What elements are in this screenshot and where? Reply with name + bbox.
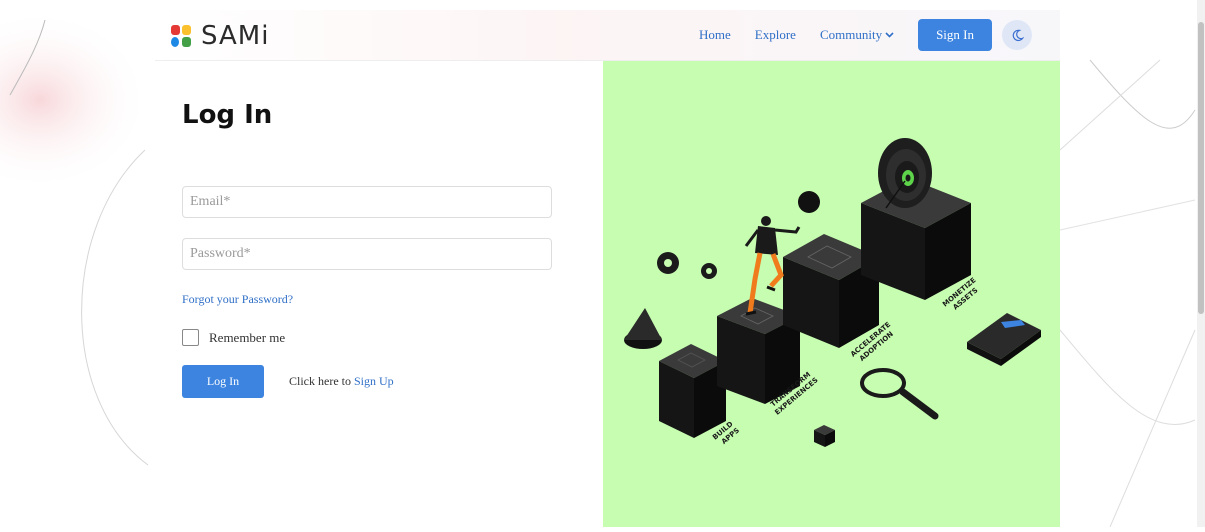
cone-shape (624, 308, 662, 349)
nav-community-label: Community (819, 27, 883, 42)
gear-icon (657, 252, 717, 279)
brand-logo[interactable]: SAMi (171, 21, 269, 51)
nav-home-link[interactable]: Home (699, 27, 731, 43)
scrollbar-thumb[interactable] (1198, 22, 1204, 314)
remember-me-row: Remember me (182, 329, 285, 346)
magnifier-icon (860, 368, 939, 420)
page-scrollbar[interactable] (1197, 0, 1205, 527)
staircase-illustration: BUILD APPS TRANSFORM EXPERIENCES ACCELER… (624, 138, 1041, 447)
nav-explore-link[interactable]: Explore (755, 27, 796, 43)
main-nav: Home Explore Community Sign In (699, 19, 1032, 51)
email-field[interactable] (182, 186, 552, 218)
login-panel: Log In (182, 100, 272, 130)
chevron-down-icon (885, 32, 894, 38)
remember-me-checkbox[interactable] (182, 329, 199, 346)
log-in-button[interactable]: Log In (182, 365, 264, 398)
block-build-apps (659, 344, 726, 438)
sami-logo-icon (171, 25, 191, 47)
page-title: Log In (182, 100, 273, 130)
theme-toggle-button[interactable] (1002, 20, 1032, 50)
signup-prompt: Click here to Sign Up (289, 374, 394, 389)
moon-icon (1012, 29, 1024, 41)
password-field[interactable] (182, 238, 552, 270)
sphere-shape (798, 191, 820, 213)
small-cube-shape (814, 425, 835, 447)
brand-name: SAMi (201, 21, 270, 51)
signup-prefix-text: Click here to (289, 374, 354, 388)
device-panel-icon (967, 313, 1041, 366)
hero-illustration: BUILD APPS TRANSFORM EXPERIENCES ACCELER… (603, 60, 1060, 527)
sign-in-button[interactable]: Sign In (918, 19, 992, 51)
sign-up-link[interactable]: Sign Up (354, 374, 394, 388)
top-navbar: SAMi Home Explore Community Sign In (155, 10, 1060, 61)
forgot-password-link[interactable]: Forgot your Password? (182, 292, 293, 307)
nav-community-dropdown[interactable]: Community (820, 27, 894, 43)
target-icon (878, 138, 932, 209)
remember-me-label: Remember me (209, 329, 286, 345)
